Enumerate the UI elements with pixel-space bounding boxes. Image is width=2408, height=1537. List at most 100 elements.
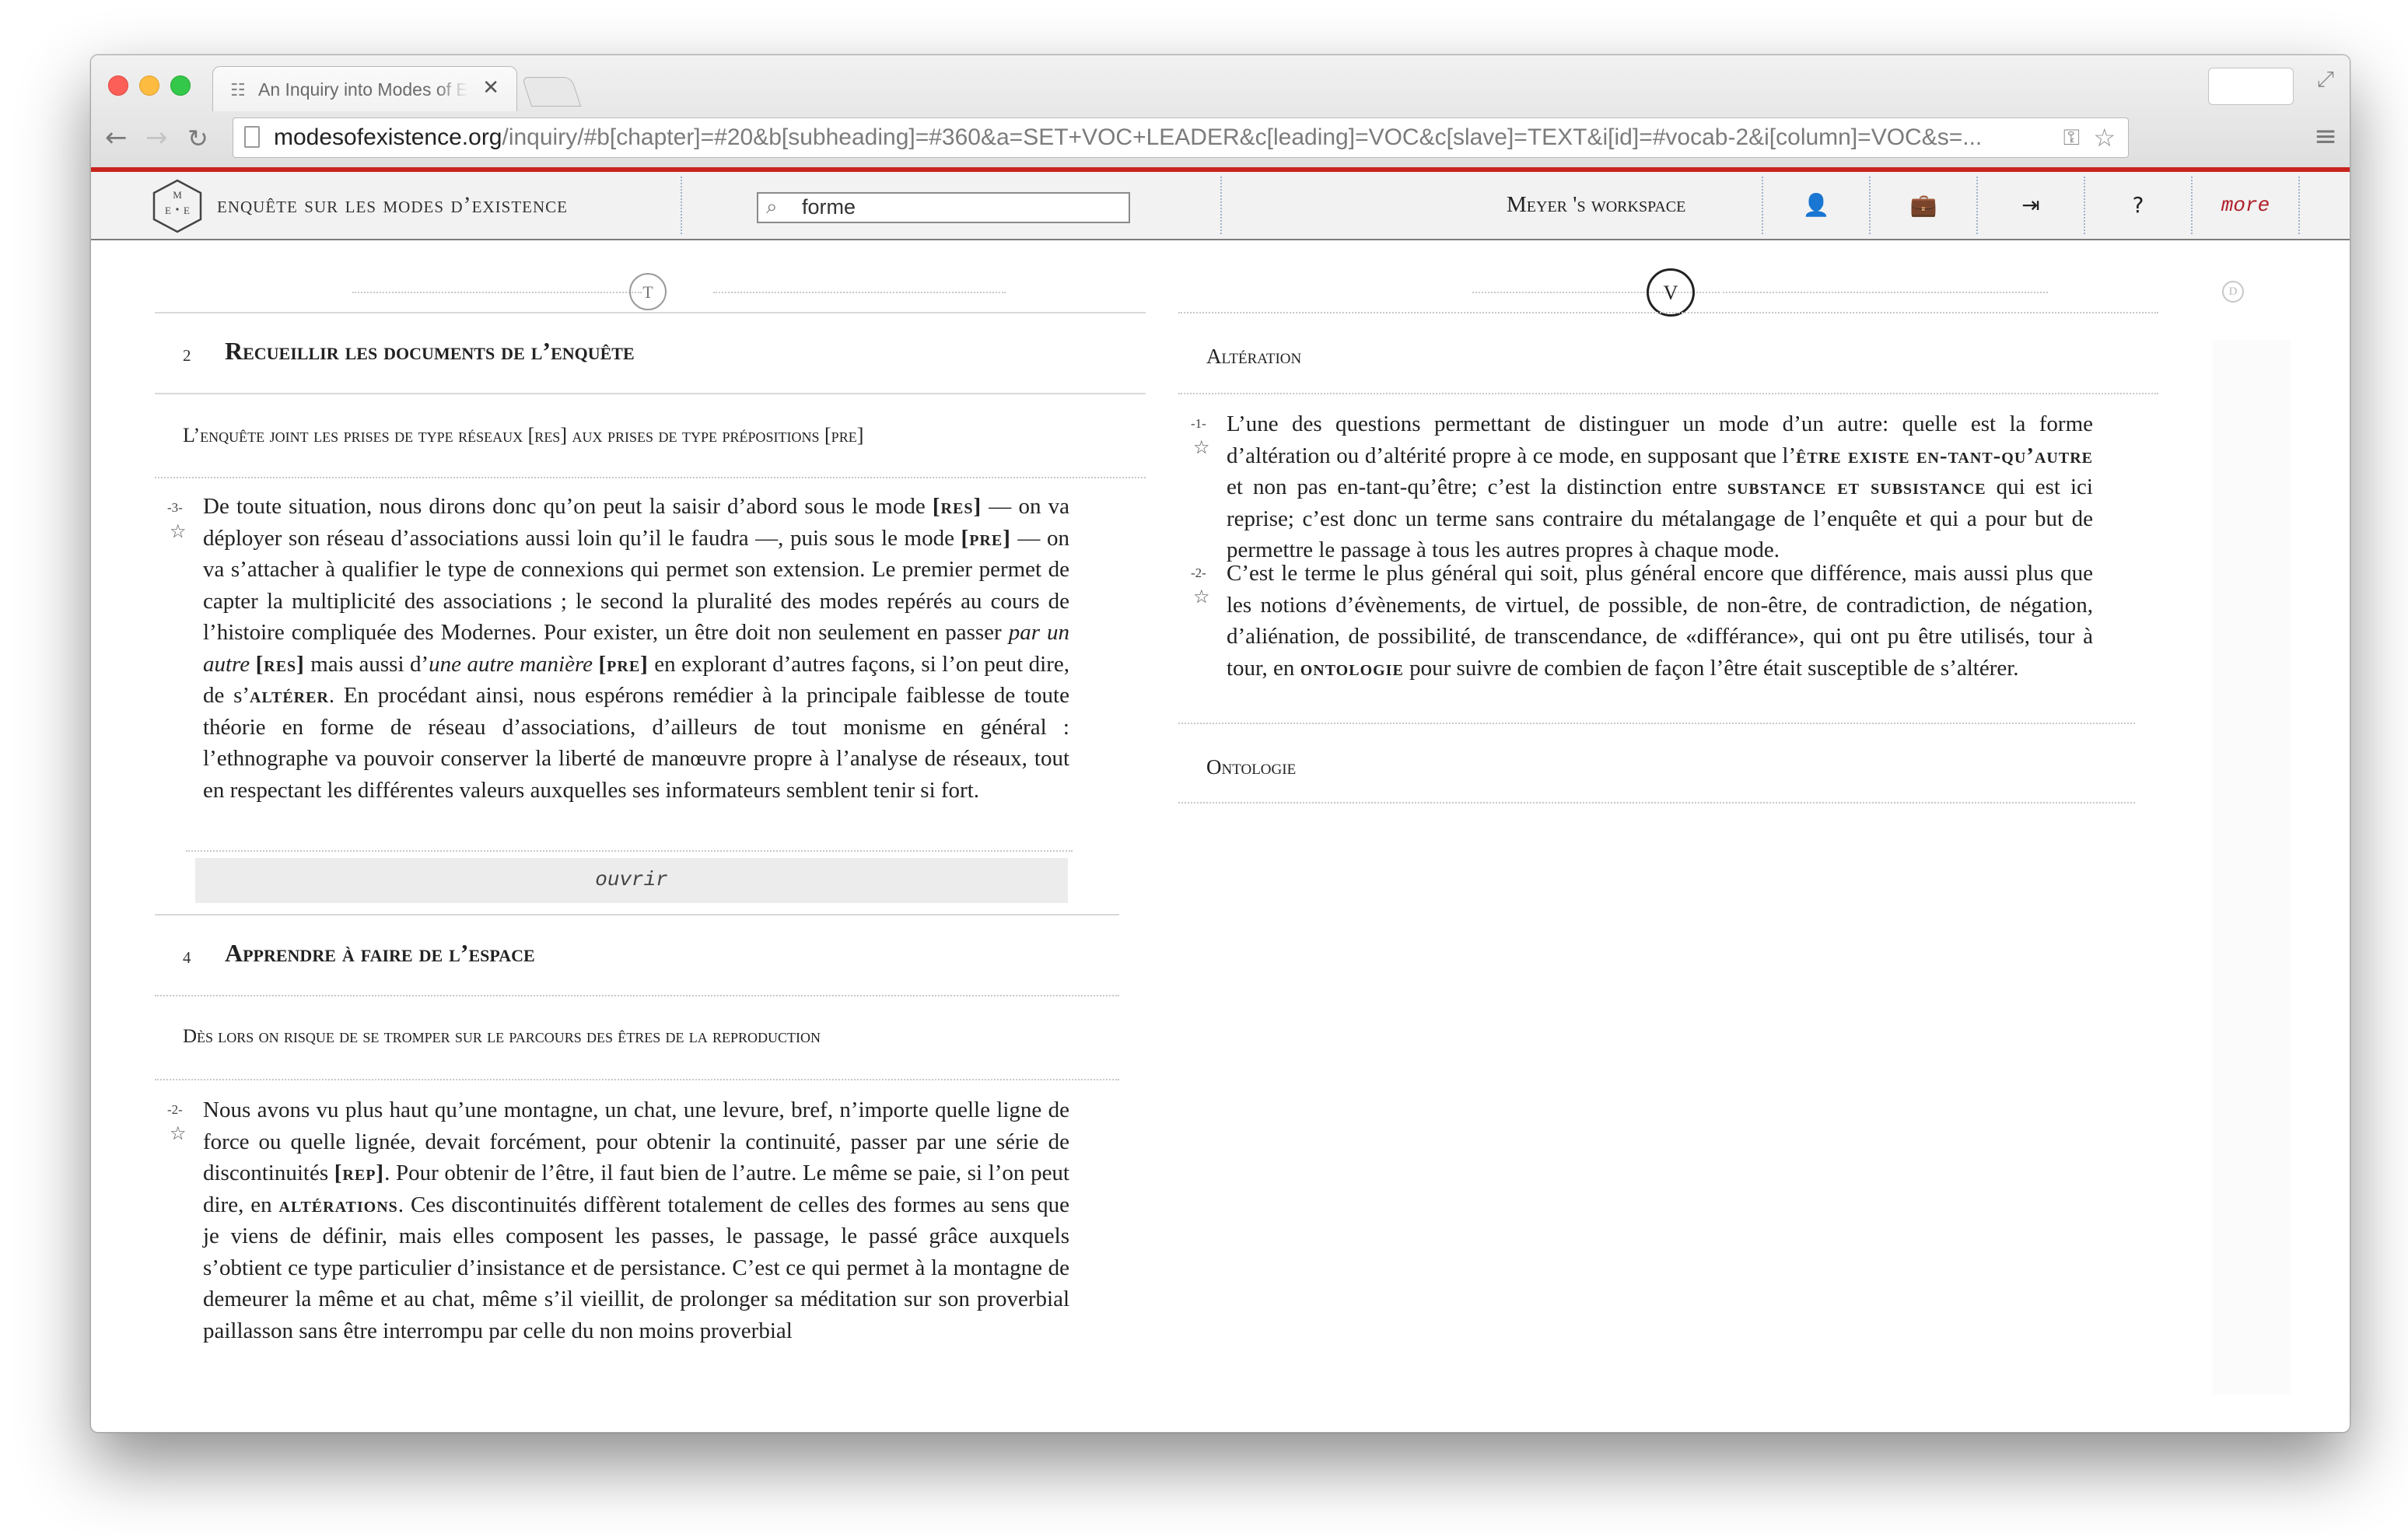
help-button[interactable]: ?: [2085, 172, 2191, 239]
term-link[interactable]: ontologie: [1300, 656, 1404, 681]
bookmark-star-icon[interactable]: ☆: [2093, 123, 2116, 152]
more-button[interactable]: more: [2193, 172, 2298, 239]
new-tab-button[interactable]: [521, 77, 582, 107]
tab-bar: ☷ An Inquiry into Modes of Existence ✕ ⤢: [91, 55, 2350, 111]
doc-column: [2213, 340, 2291, 1395]
term-link[interactable]: [res]: [256, 652, 305, 677]
hamburger-menu-icon[interactable]: ≡: [2314, 121, 2337, 152]
paragraph-number: -2-: [167, 1102, 183, 1117]
bookmark-star-icon[interactable]: ☆: [170, 1122, 187, 1144]
vocab-entry-title: Ontologie: [1206, 755, 1297, 779]
profile-button[interactable]: [2208, 68, 2294, 105]
vocab-entry-divider: [1178, 802, 2135, 804]
bookmark-star-icon[interactable]: ☆: [170, 520, 187, 542]
site-title[interactable]: enquête sur les modes d’existence: [217, 192, 568, 219]
text-run: [593, 652, 598, 677]
zoom-window-button[interactable]: [170, 75, 191, 96]
user-button[interactable]: 👤: [1763, 172, 1869, 239]
term-link[interactable]: être existe en-tant-qu’autre: [1796, 443, 2093, 468]
bookmark-star-icon[interactable]: ☆: [1193, 436, 1210, 458]
vocab-column-toggle[interactable]: V: [1647, 268, 1695, 317]
paragraph-text: Nous avons vu plus haut qu’une montagne,…: [203, 1094, 1069, 1346]
subheading-text: Dès lors on risque de se tromper sur le …: [183, 1026, 821, 1047]
text-run: De toute situation, nous dirons donc qu’…: [203, 494, 933, 519]
paragraph-divider: [186, 850, 1073, 852]
chapter-heading[interactable]: 2 Recueillir les documents de l’enquête: [155, 312, 1146, 394]
term-link[interactable]: [pre]: [599, 652, 649, 677]
doc-column-toggle[interactable]: D: [2222, 281, 2244, 303]
search-input[interactable]: [802, 195, 1113, 219]
briefcase-button[interactable]: 💼: [1871, 172, 1976, 239]
search-icon: ⌕: [766, 195, 778, 219]
column-header-rule: [352, 292, 642, 293]
tab-title: An Inquiry into Modes of Existence: [258, 79, 468, 100]
emphasis-text: une autre manière: [429, 651, 593, 677]
close-tab-icon[interactable]: ✕: [482, 76, 499, 100]
url-text[interactable]: modesofexistence.org/inquiry/#b[chapter]…: [274, 124, 2055, 151]
briefcase-icon: 💼: [1909, 192, 1937, 218]
close-window-button[interactable]: [108, 75, 128, 96]
forward-arrow-icon[interactable]: →: [145, 122, 168, 153]
term-link[interactable]: [rep]: [334, 1161, 384, 1185]
logo-letter-e2: E: [184, 205, 190, 216]
chapter-title: Recueillir les documents de l’enquête: [225, 337, 635, 365]
term-link[interactable]: altérer: [250, 683, 329, 708]
column-header-rule: [713, 292, 1006, 293]
paragraph: -2- ☆ Nous avons vu plus haut qu’une mon…: [155, 1079, 1119, 1401]
back-arrow-icon[interactable]: ←: [105, 122, 128, 153]
user-icon: 👤: [1802, 192, 1830, 218]
column-header-rule: [1723, 292, 2048, 293]
chapter-number: 2: [183, 346, 191, 365]
logo-letter-e1: E: [165, 205, 171, 216]
page-icon: [244, 126, 260, 148]
vocab-paragraph: -1- ☆ L’une des questions permettant de …: [1178, 393, 2158, 562]
term-link[interactable]: [pre]: [961, 526, 1011, 551]
paragraph-number: -2-: [1191, 565, 1206, 580]
page-lines-icon: ☷: [230, 81, 246, 100]
bookmark-star-icon[interactable]: ☆: [1193, 586, 1210, 607]
paragraph-number: -3-: [167, 500, 183, 515]
vocab-paragraph: -2- ☆ C’est le terme le plus général qui…: [1178, 556, 2158, 715]
aime-logo-icon[interactable]: M E E: [150, 178, 205, 234]
sign-out-icon: ⇥: [2021, 192, 2040, 218]
chapter-number: 4: [183, 948, 191, 967]
logo-letter-m: M: [173, 189, 182, 201]
help-icon: ?: [2132, 192, 2144, 218]
workspace-link[interactable]: Meyer 's workspace: [1507, 192, 1685, 218]
app-header: M E E enquête sur les modes d’existence …: [91, 172, 2350, 240]
sign-out-button[interactable]: ⇥: [1978, 172, 2084, 239]
vocab-entry-heading[interactable]: Altération: [1178, 312, 2158, 394]
text-run: et non pas en-tant-qu’être; c’est la dis…: [1227, 474, 1727, 499]
key-icon[interactable]: ⚿: [2063, 124, 2080, 151]
subheading[interactable]: Dès lors on risque de se tromper sur le …: [155, 995, 1119, 1080]
text-run: pour suivre de combien de façon l’être é…: [1403, 655, 2019, 681]
header-divider: [2298, 177, 2300, 234]
url-path: /inquiry/#b[chapter]=#20&b[subheading]=#…: [502, 124, 1983, 150]
term-link[interactable]: [res]: [933, 494, 982, 519]
browser-toolbar: ← → ↻ modesofexistence.org/inquiry/#b[ch…: [91, 111, 2350, 167]
subheading[interactable]: L’enquête joint les prises de type résea…: [155, 393, 1146, 478]
chapter-heading[interactable]: 4 Apprendre à faire de l’espace: [155, 914, 1119, 996]
term-link[interactable]: altérations: [279, 1192, 398, 1217]
chapter-title: Apprendre à faire de l’espace: [225, 939, 535, 967]
open-button[interactable]: ouvrir: [195, 858, 1068, 903]
fullscreen-icon[interactable]: ⤢: [2317, 66, 2334, 93]
vocab-entry-title: Altération: [1206, 345, 1302, 368]
vocab-entry-heading[interactable]: Ontologie: [1178, 723, 2135, 805]
minimize-window-button[interactable]: [139, 75, 159, 96]
url-host: modesofexistence.org: [274, 124, 502, 150]
search-box[interactable]: ⌕: [757, 192, 1130, 223]
reading-page: T V D 2 Recueillir les documents de l’en…: [91, 240, 2350, 1432]
browser-window: ☷ An Inquiry into Modes of Existence ✕ ⤢…: [90, 54, 2350, 1433]
text-run: mais aussi d’: [304, 651, 429, 677]
reload-icon[interactable]: ↻: [187, 124, 208, 153]
browser-tab[interactable]: ☷ An Inquiry into Modes of Existence ✕: [212, 66, 517, 111]
text-run: [250, 652, 255, 677]
paragraph-text: De toute situation, nous dirons donc qu’…: [203, 491, 1069, 806]
text-column-toggle[interactable]: T: [629, 273, 667, 310]
paragraph: -3- ☆ De toute situation, nous dirons do…: [155, 477, 1146, 852]
address-bar[interactable]: modesofexistence.org/inquiry/#b[chapter]…: [233, 117, 2129, 158]
paragraph-text: L’une des questions permettant de distin…: [1227, 408, 2093, 566]
vocab-column: Altération -1- ☆ L’une des questions per…: [1178, 312, 2171, 1401]
term-link[interactable]: substance et subsistance: [1727, 474, 1986, 499]
